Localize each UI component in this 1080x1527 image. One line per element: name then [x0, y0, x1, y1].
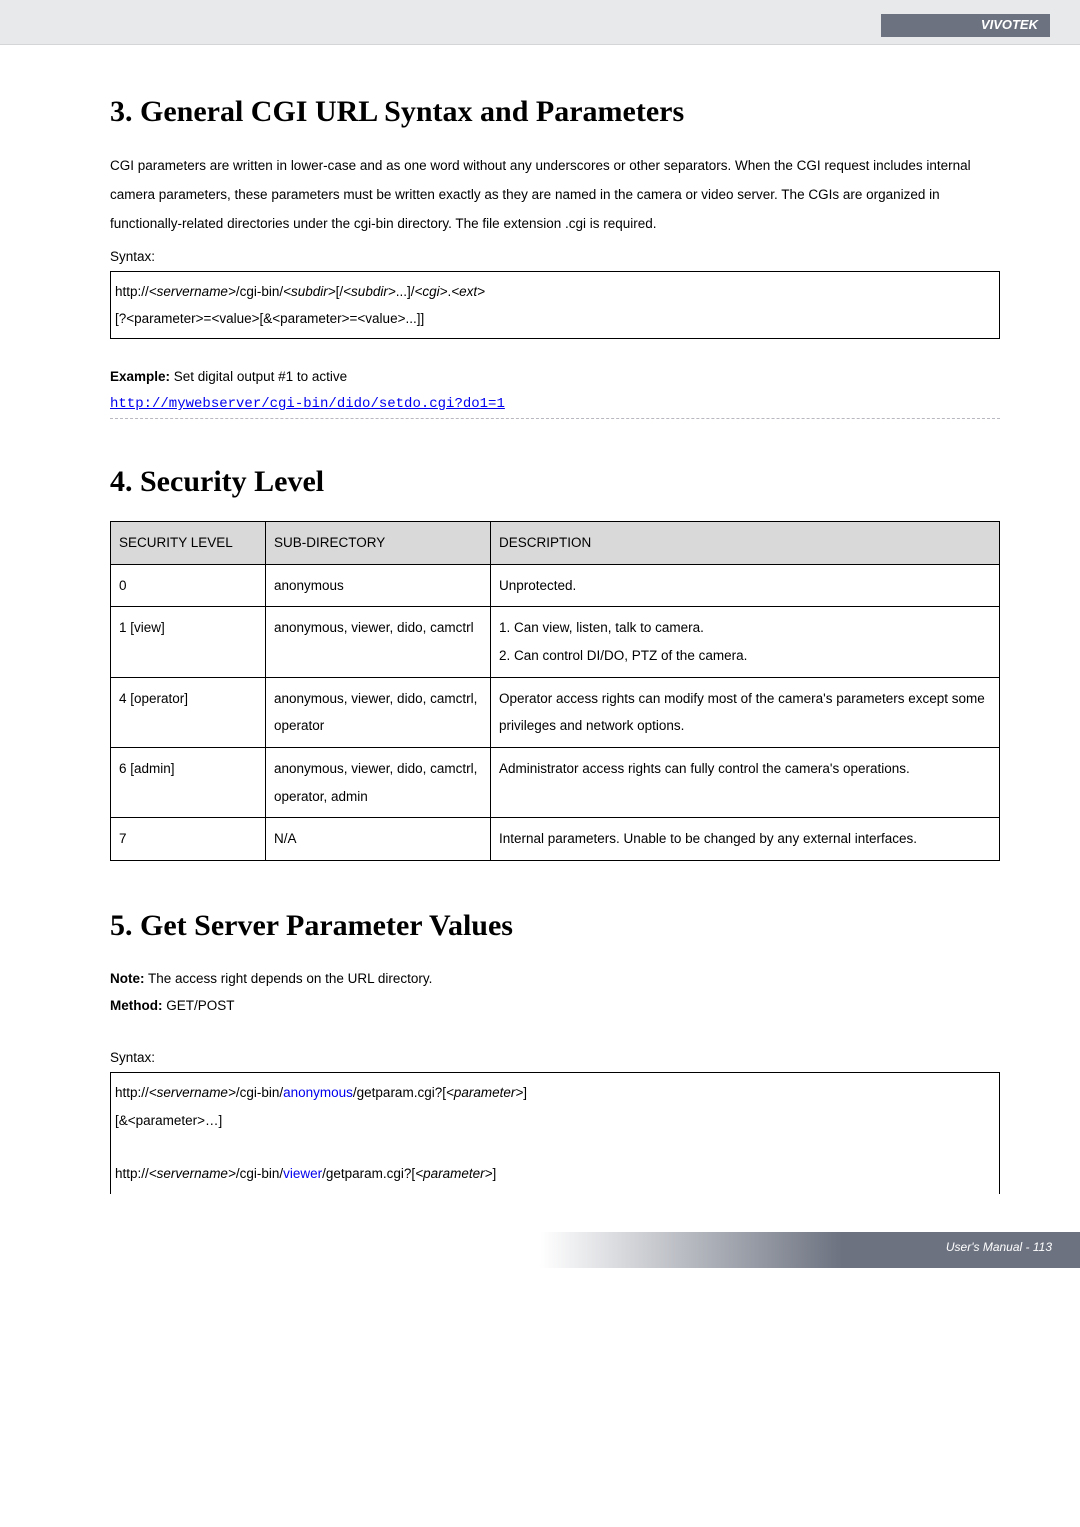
box-line-2: [&<parameter>…] — [115, 1107, 995, 1135]
getparam-box: http://<servername>/cgi-bin/anonymous/ge… — [110, 1072, 1000, 1194]
txt: <servername> — [149, 1166, 236, 1181]
table-header-row: SECURITY LEVEL SUB-DIRECTORY DESCRIPTION — [111, 522, 1000, 565]
syntax-line-2: [?<parameter>=<value>[&<parameter>=<valu… — [115, 305, 995, 332]
txt: <cgi> — [414, 284, 447, 299]
syntax-label: Syntax: — [110, 242, 1000, 271]
method-label: Method: — [110, 998, 162, 1013]
example-url-row: http://mywebserver/cgi-bin/dido/setdo.cg… — [110, 394, 1000, 419]
txt: anonymous — [283, 1085, 353, 1100]
cell-subdir: anonymous, viewer, dido, camctrl, operat… — [266, 677, 491, 747]
syntax-label-2: Syntax: — [110, 1043, 1000, 1072]
example-link[interactable]: http://mywebserver/cgi-bin/dido/setdo.cg… — [110, 396, 505, 412]
method-line: Method: GET/POST — [110, 992, 1000, 1019]
cell-level: 0 — [111, 564, 266, 607]
example-text: Set digital output #1 to active — [170, 369, 347, 384]
box-line-3: http://<servername>/cgi-bin/viewer/getpa… — [115, 1160, 995, 1188]
cell-level: 1 [view] — [111, 607, 266, 677]
example-label: Example: — [110, 369, 170, 384]
cell-desc: 1. Can view, listen, talk to camera. 2. … — [491, 607, 1000, 677]
txt: <ext> — [451, 284, 485, 299]
cell-subdir: N/A — [266, 818, 491, 861]
spacer — [115, 1134, 995, 1160]
box-line-1: http://<servername>/cgi-bin/anonymous/ge… — [115, 1079, 995, 1107]
txt: /cgi-bin/ — [236, 284, 283, 299]
txt: /cgi-bin/ — [236, 1166, 283, 1181]
page-content: 3. General CGI URL Syntax and Parameters… — [0, 45, 1080, 1224]
note-label: Note: — [110, 971, 145, 986]
table-row: 7 N/A Internal parameters. Unable to be … — [111, 818, 1000, 861]
section3-title: 3. General CGI URL Syntax and Parameters — [110, 95, 1000, 129]
txt: ...]/ — [396, 284, 415, 299]
security-table: SECURITY LEVEL SUB-DIRECTORY DESCRIPTION… — [110, 521, 1000, 861]
txt: <subdir> — [343, 284, 396, 299]
th-subdir: SUB-DIRECTORY — [266, 522, 491, 565]
cell-desc: Unprotected. — [491, 564, 1000, 607]
txt: ] — [492, 1166, 496, 1181]
cell-subdir: anonymous, viewer, dido, camctrl, operat… — [266, 748, 491, 818]
txt: ] — [523, 1085, 527, 1100]
cell-level: 4 [operator] — [111, 677, 266, 747]
th-level: SECURITY LEVEL — [111, 522, 266, 565]
txt: <servername> — [149, 1085, 236, 1100]
txt: <parameter> — [446, 1085, 523, 1100]
table-row: 1 [view] anonymous, viewer, dido, camctr… — [111, 607, 1000, 677]
cell-subdir: anonymous — [266, 564, 491, 607]
cell-desc: Administrator access rights can fully co… — [491, 748, 1000, 818]
txt: http:// — [115, 1085, 149, 1100]
note-text: The access right depends on the URL dire… — [145, 971, 433, 986]
cell-desc: Operator access rights can modify most o… — [491, 677, 1000, 747]
cell-subdir: anonymous, viewer, dido, camctrl — [266, 607, 491, 677]
txt: <servername> — [149, 284, 236, 299]
section5-title: 5. Get Server Parameter Values — [110, 909, 1000, 943]
table-row: 4 [operator] anonymous, viewer, dido, ca… — [111, 677, 1000, 747]
note-line: Note: The access right depends on the UR… — [110, 965, 1000, 992]
cell-level: 6 [admin] — [111, 748, 266, 818]
table-row: 6 [admin] anonymous, viewer, dido, camct… — [111, 748, 1000, 818]
cell-desc: Internal parameters. Unable to be change… — [491, 818, 1000, 861]
note-block: Note: The access right depends on the UR… — [110, 965, 1000, 1019]
th-desc: DESCRIPTION — [491, 522, 1000, 565]
txt: /getparam.cgi?[ — [322, 1166, 415, 1181]
page-footer: User's Manual - 113 — [0, 1232, 1080, 1268]
txt: /cgi-bin/ — [236, 1085, 283, 1100]
section4-title: 4. Security Level — [110, 465, 1000, 499]
txt: viewer — [283, 1166, 322, 1181]
syntax-box: http://<servername>/cgi-bin/<subdir>[/<s… — [110, 271, 1000, 339]
table-row: 0 anonymous Unprotected. — [111, 564, 1000, 607]
section3-paragraph: CGI parameters are written in lower-case… — [110, 151, 1000, 238]
header-band: VIVOTEK — [0, 0, 1080, 45]
txt: /getparam.cgi?[ — [353, 1085, 446, 1100]
example-label-line: Example: Set digital output #1 to active — [110, 363, 1000, 390]
syntax-line-1: http://<servername>/cgi-bin/<subdir>[/<s… — [115, 278, 995, 305]
method-text: GET/POST — [162, 998, 234, 1013]
txt: http:// — [115, 284, 149, 299]
txt: <parameter> — [415, 1166, 492, 1181]
cell-level: 7 — [111, 818, 266, 861]
brand-label: VIVOTEK — [881, 14, 1050, 37]
txt: http:// — [115, 1166, 149, 1181]
txt: <subdir> — [283, 284, 336, 299]
